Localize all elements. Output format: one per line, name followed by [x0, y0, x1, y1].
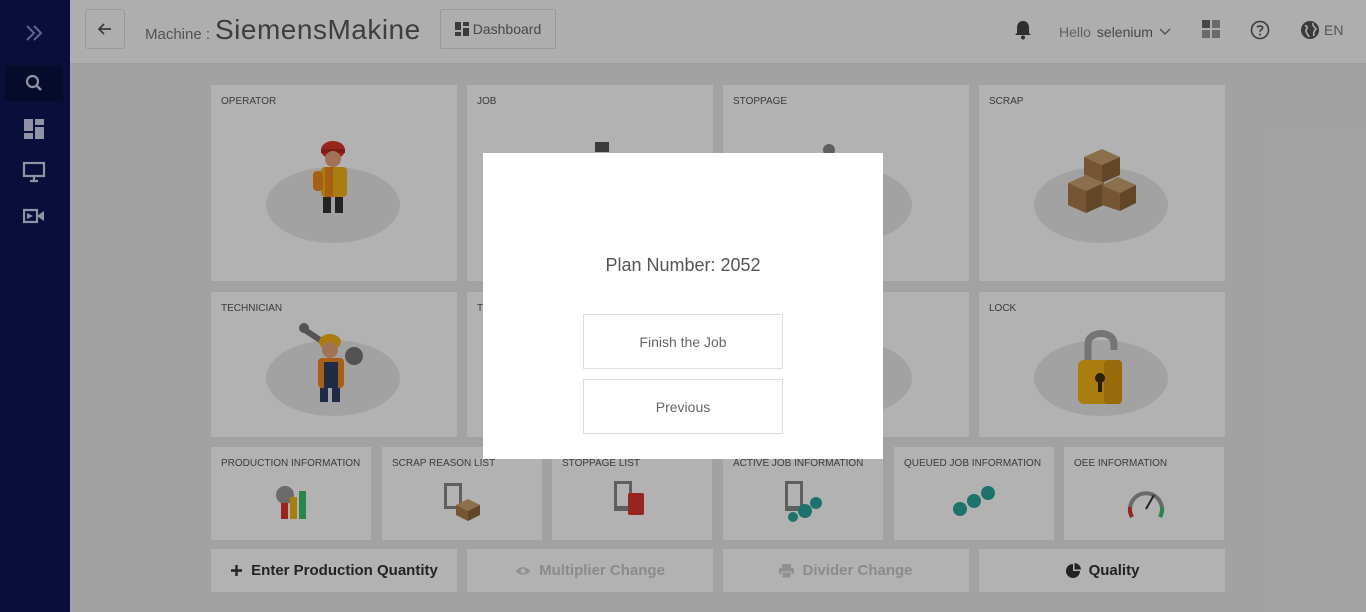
finish-job-button[interactable]: Finish the Job	[583, 314, 783, 369]
plan-number-text: Plan Number: 2052	[605, 255, 761, 275]
previous-button[interactable]: Previous	[583, 379, 783, 434]
finish-job-modal: Plan Number: 2052 Finish the Job Previou…	[483, 153, 883, 459]
